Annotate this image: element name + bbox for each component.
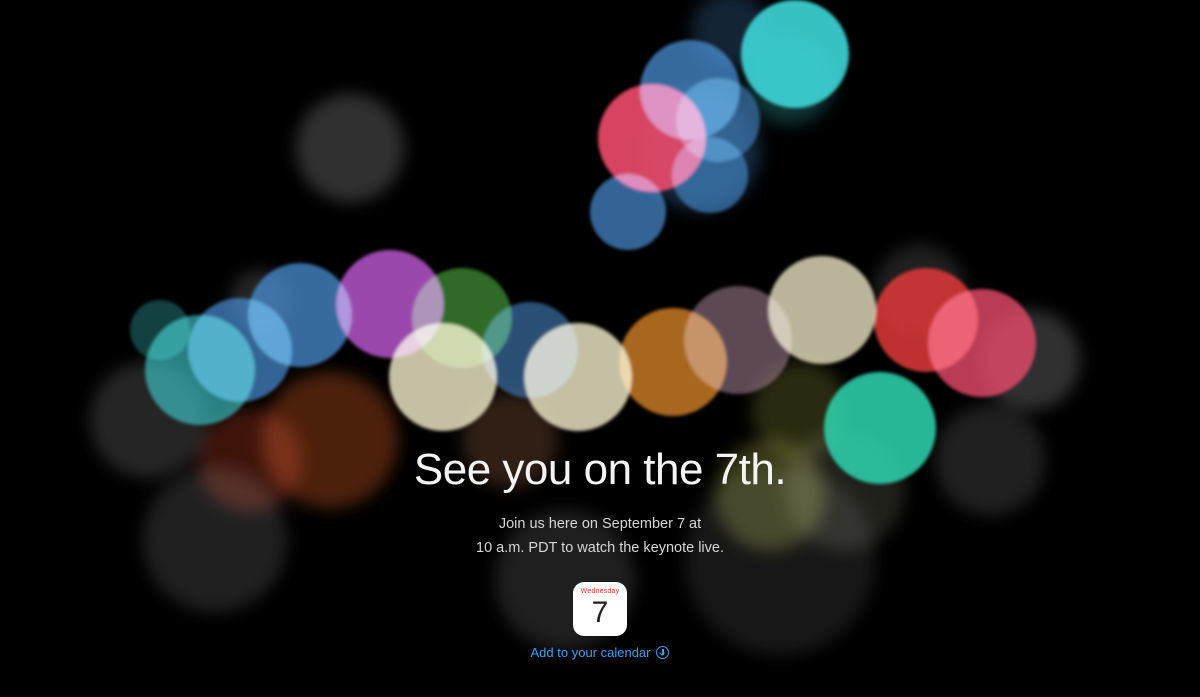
add-to-calendar-label: Add to your calendar <box>530 645 651 660</box>
event-invite: See you on the 7th. Join us here on Sept… <box>0 0 1200 697</box>
calendar-day-number: 7 <box>591 596 609 629</box>
page-title: See you on the 7th. <box>413 445 787 494</box>
calendar-icon[interactable]: Wednesday 7 <box>573 582 627 636</box>
event-description-line-2: 10 a.m. PDT to watch the keynote live. <box>476 540 724 556</box>
event-description-line-1: Join us here on September 7 at <box>498 516 702 532</box>
download-arrow-icon <box>656 646 670 659</box>
add-to-calendar-link[interactable]: Add to your calendar <box>0 644 1200 662</box>
calendar-day-name: Wednesday <box>580 588 620 595</box>
event-description: Join us here on September 7 at 10 a.m. P… <box>0 512 1200 560</box>
